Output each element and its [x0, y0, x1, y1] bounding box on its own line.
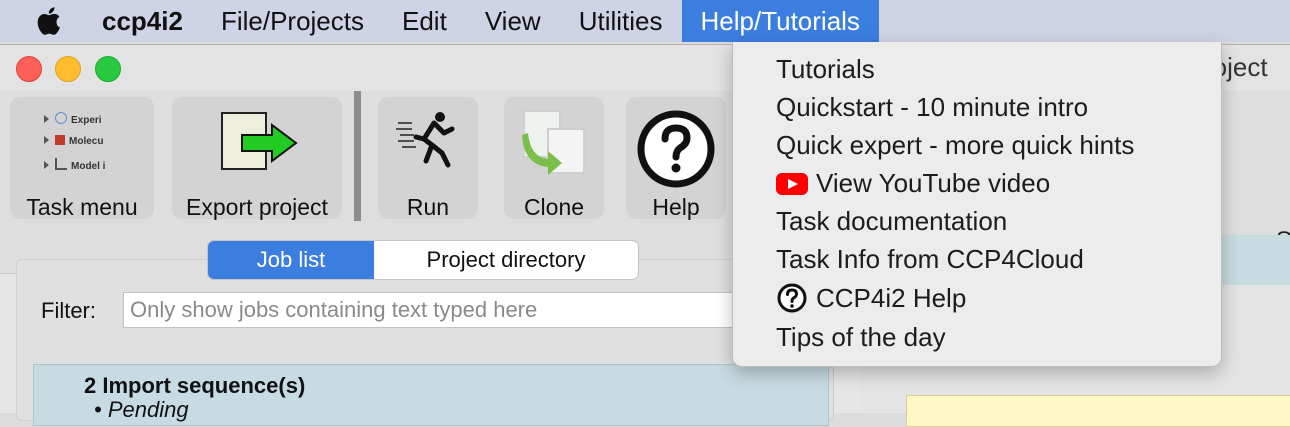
- run-button[interactable]: Run: [378, 97, 478, 220]
- clone-button[interactable]: Clone: [504, 97, 604, 220]
- clone-icon: [522, 110, 585, 175]
- right-panel-header: [1214, 235, 1290, 285]
- right-panel-content: [906, 395, 1290, 427]
- help-label: Help: [652, 194, 700, 220]
- task-tree-item: Experi: [44, 112, 102, 126]
- menu-app-name[interactable]: ccp4i2: [102, 0, 202, 42]
- tab-job-list[interactable]: Job list: [208, 241, 374, 279]
- menu-item-task-info-ccp4cloud[interactable]: Task Info from CCP4Cloud: [776, 244, 1084, 275]
- question-circle-icon: [637, 110, 715, 188]
- menu-file-projects[interactable]: File/Projects: [202, 0, 383, 42]
- export-project-label: Export project: [186, 194, 328, 220]
- job-list-panel: Job list Project directory Filter: 2 Imp…: [16, 240, 834, 426]
- filter-input[interactable]: [123, 292, 823, 328]
- menu-item-quick-expert[interactable]: Quick expert - more quick hints: [776, 130, 1134, 161]
- job-item-title[interactable]: 2 Import sequence(s): [84, 373, 305, 399]
- menu-edit[interactable]: Edit: [383, 0, 466, 42]
- close-window-button[interactable]: [16, 56, 42, 82]
- export-icon: [221, 112, 298, 170]
- model-icon: [55, 158, 67, 170]
- zoom-window-button[interactable]: [95, 56, 121, 82]
- job-item-status: • Pending: [94, 397, 189, 422]
- minimize-window-button[interactable]: [55, 56, 81, 82]
- running-man-icon: [396, 112, 455, 168]
- task-tree-item: Molecu: [44, 135, 103, 147]
- youtube-icon: [776, 172, 808, 195]
- menu-item-tips-of-the-day[interactable]: Tips of the day: [776, 322, 946, 353]
- apple-menu-icon[interactable]: [35, 6, 75, 36]
- toolbar-separator: [354, 91, 361, 221]
- help-button[interactable]: Help: [626, 97, 726, 220]
- task-menu-label: Task menu: [26, 194, 138, 220]
- view-segmented-control: Job list Project directory: [207, 240, 639, 280]
- menu-item-quickstart[interactable]: Quickstart - 10 minute intro: [776, 92, 1088, 123]
- gear-icon: [55, 112, 67, 124]
- tab-project-directory[interactable]: Project directory: [374, 241, 638, 279]
- task-menu-button[interactable]: Experi Molecu Model i Task menu: [10, 97, 154, 220]
- menu-item-youtube-video[interactable]: View YouTube video: [776, 168, 1050, 199]
- menu-item-ccp4i2-help[interactable]: CCP4i2 Help: [776, 282, 966, 314]
- menu-utilities[interactable]: Utilities: [560, 0, 682, 42]
- menu-item-task-documentation[interactable]: Task documentation: [776, 206, 1007, 237]
- menu-help-tutorials[interactable]: Help/Tutorials: [681, 0, 879, 42]
- filter-label: Filter:: [41, 298, 96, 323]
- menu-bar: ccp4i2 File/Projects Edit View Utilities…: [0, 0, 1290, 42]
- menu-view[interactable]: View: [466, 0, 560, 42]
- menu-item-tutorials[interactable]: Tutorials: [776, 54, 875, 85]
- job-list: 2 Import sequence(s) • Pending: [33, 364, 829, 426]
- help-tutorials-menu: Tutorials Quickstart - 10 minute intro Q…: [732, 42, 1222, 367]
- molecule-icon: [55, 135, 65, 145]
- question-circle-icon: [776, 282, 808, 314]
- export-project-button[interactable]: Export project: [172, 97, 342, 220]
- clone-label: Clone: [523, 194, 585, 220]
- task-tree-item: Model i: [44, 158, 105, 172]
- run-label: Run: [406, 194, 450, 220]
